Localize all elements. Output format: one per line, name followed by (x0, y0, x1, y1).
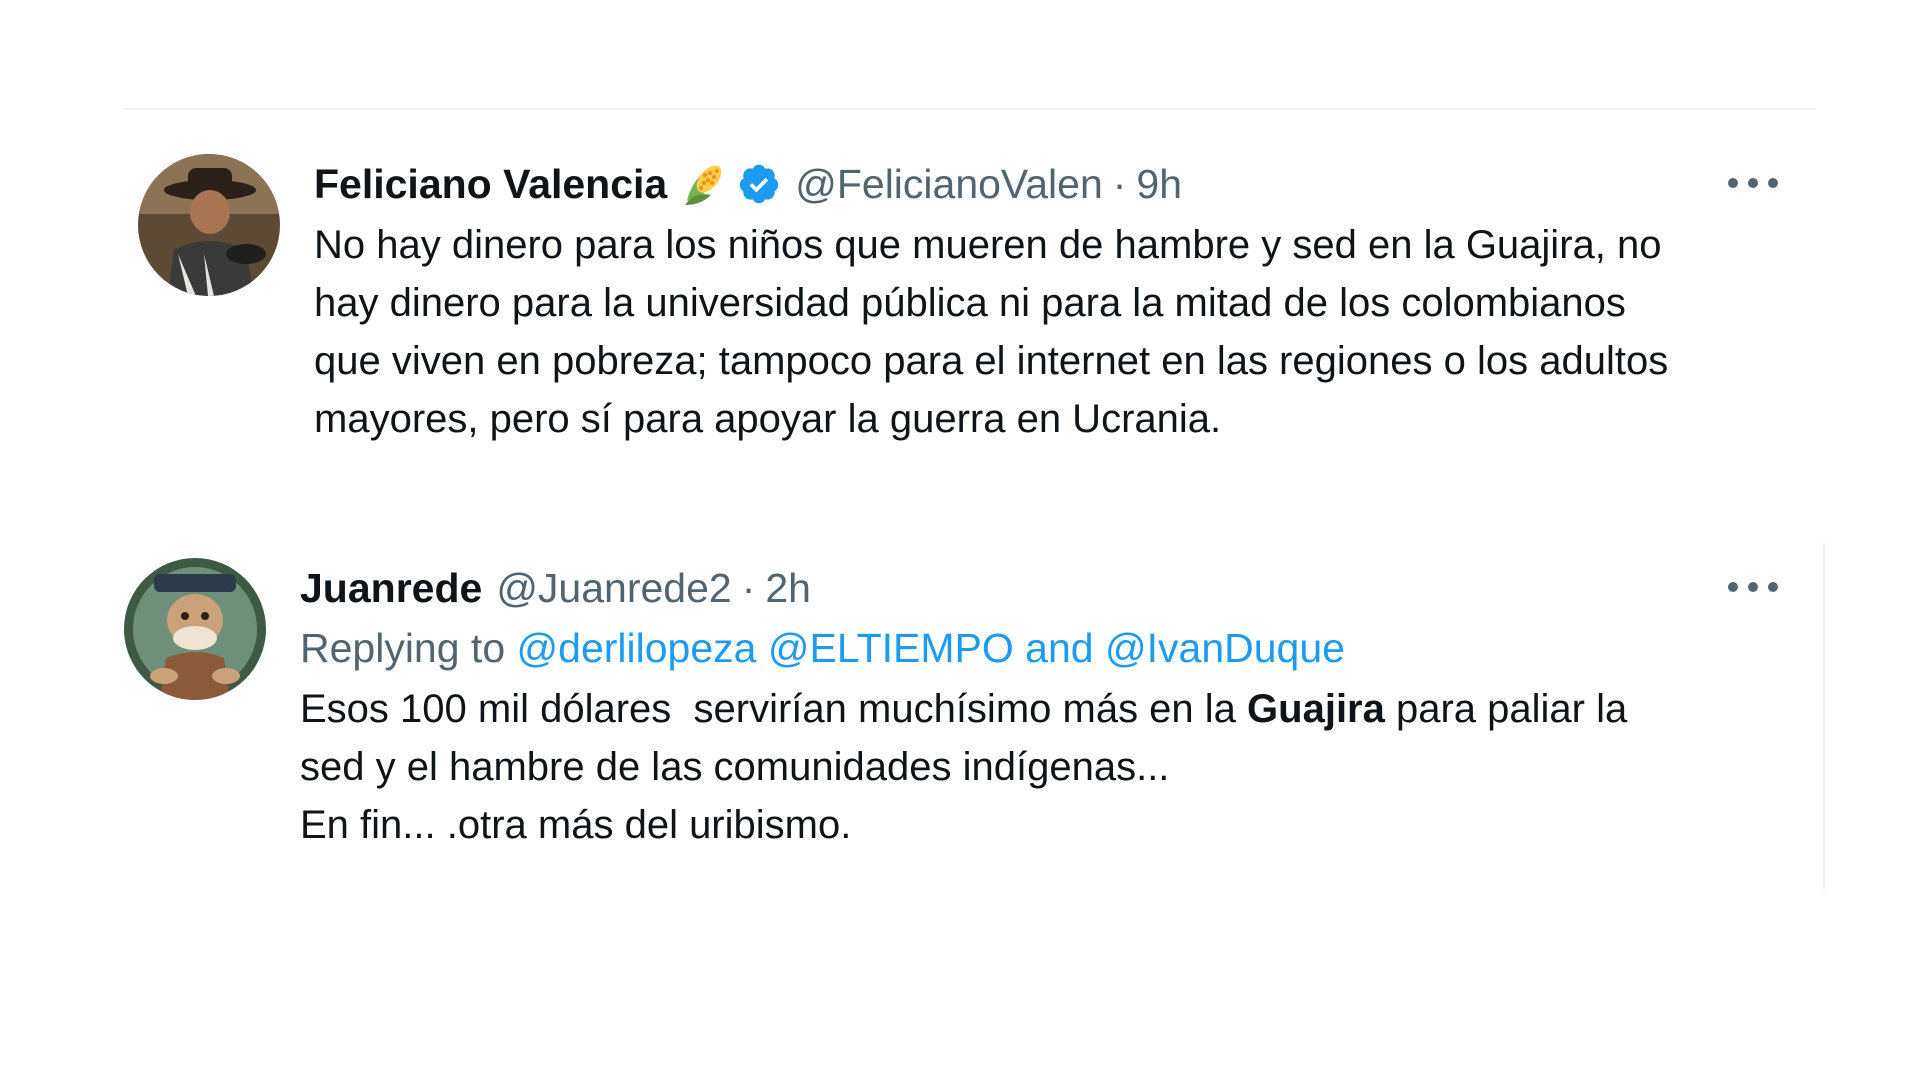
more-dot (1748, 582, 1758, 592)
avatar-image (124, 558, 266, 700)
tweet-text-line: que viven en pobreza; tampoco para el in… (314, 339, 1669, 383)
replying-to: Replying to @derlilopeza @ELTIEMPO and @… (300, 618, 1798, 678)
mention-link[interactable]: @ELTIEMPO (768, 625, 1014, 671)
thread-border (1823, 543, 1825, 890)
replying-to-label: Replying to (300, 625, 506, 671)
mention-joiner: and (1025, 625, 1094, 671)
tweet-text: No hay dinero para los niños que mueren … (314, 216, 1798, 448)
more-dot (1728, 582, 1738, 592)
more-dot (1728, 178, 1738, 188)
tweet-text-segment: Esos 100 mil dólares servirían muchísimo… (300, 687, 1248, 731)
more-dot (1768, 582, 1778, 592)
tweet-text-line: sed y el hambre de las comunidades indíg… (300, 745, 1170, 789)
tweet-header: Feliciano Valencia @FelicianoValen · 9h (314, 154, 1798, 214)
more-dot (1768, 178, 1778, 188)
tweet-text-line: En fin... .otra más del uribismo. (300, 803, 852, 847)
avatar-image (138, 154, 280, 296)
more-horizontal-icon[interactable] (1728, 168, 1778, 198)
tweet-body: Feliciano Valencia @FelicianoValen · 9h … (314, 154, 1798, 448)
timestamp[interactable]: 9h (1136, 161, 1182, 208)
mention-link[interactable]: @IvanDuque (1105, 625, 1345, 671)
display-name[interactable]: Feliciano Valencia (314, 161, 667, 208)
username[interactable]: @Juanrede2 (496, 565, 731, 612)
mention-link[interactable]: @derlilopeza (517, 625, 757, 671)
avatar[interactable] (138, 154, 280, 296)
separator-dot: · (1112, 160, 1127, 207)
timeline-divider (124, 108, 1816, 110)
display-name[interactable]: Juanrede (300, 565, 482, 612)
highlighted-keyword: Guajira (1247, 687, 1385, 731)
more-dot (1748, 178, 1758, 188)
corn-emoji-icon (681, 161, 727, 207)
tweet-text-line: hay dinero para la universidad pública n… (314, 281, 1626, 325)
username[interactable]: @FelicianoValen (795, 161, 1103, 208)
timeline: Feliciano Valencia @FelicianoValen · 9h … (0, 0, 1920, 1080)
tweet-body: Juanrede @Juanrede2 · 2h Replying to @de… (300, 558, 1798, 854)
tweet-text-line: No hay dinero para los niños que mueren … (314, 223, 1662, 267)
tweet-text-line: mayores, pero sí para apoyar la guerra e… (314, 397, 1222, 441)
tweet-text-segment: para paliar la (1384, 687, 1628, 731)
separator-dot: · (741, 564, 756, 611)
tweet-text-line: Esos 100 mil dólares servirían muchísimo… (300, 680, 1798, 738)
verified-badge-icon (737, 162, 781, 206)
tweet-header: Juanrede @Juanrede2 · 2h (300, 558, 1798, 618)
more-horizontal-icon[interactable] (1728, 572, 1778, 602)
timestamp[interactable]: 2h (765, 565, 811, 612)
tweet-text: Esos 100 mil dólares servirían muchísimo… (300, 680, 1798, 854)
avatar[interactable] (124, 558, 266, 700)
